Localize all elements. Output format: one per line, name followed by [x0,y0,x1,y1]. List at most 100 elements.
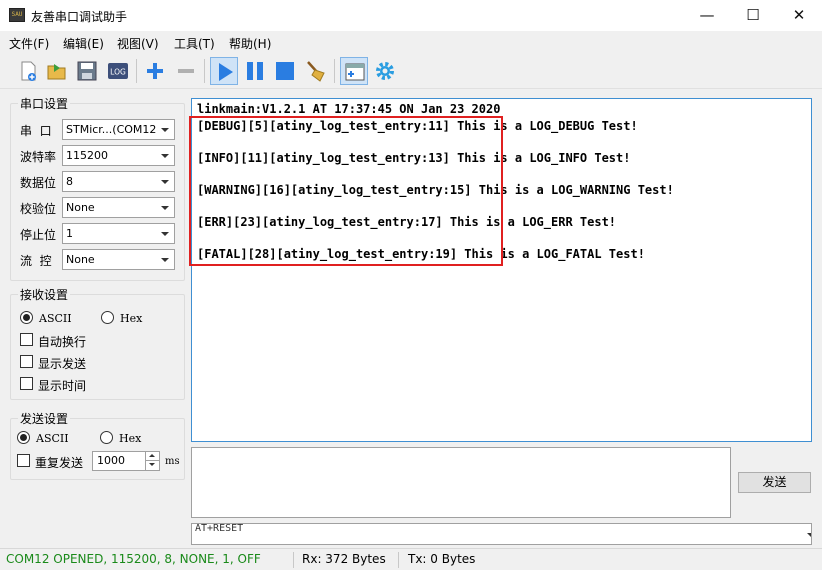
pause-icon [247,62,263,80]
stop-button[interactable] [271,57,299,85]
command-select[interactable]: AT+RESET [191,523,812,545]
status-divider [398,552,399,568]
chevron-down-icon [159,198,171,217]
menu-tools[interactable]: 工具(T) [174,35,215,52]
receive-settings-group [10,294,185,400]
command-value: AT+RESET [195,523,244,534]
stop-icon [276,62,294,80]
close-button[interactable]: ✕ [776,0,822,31]
remove-icon [178,69,194,73]
toolbar: LOG [0,53,822,89]
auto-wrap-checkbox[interactable] [20,333,33,346]
receive-hex-radio[interactable] [101,311,114,324]
app-icon: SAU [9,8,25,22]
databits-select[interactable]: 8 [62,171,175,192]
databits-value: 8 [66,175,73,188]
log-button[interactable]: LOG [104,57,132,85]
play-icon [219,63,233,81]
new-file-button[interactable] [14,57,42,85]
status-bar: COM12 OPENED, 115200, 8, NONE, 1, OFF Rx… [0,548,822,570]
flow-label: 流 控 [20,254,52,268]
parity-select[interactable]: None [62,197,175,218]
parity-label: 校验位 [20,202,57,216]
send-ascii-radio[interactable] [17,431,30,444]
parity-value: None [66,201,95,214]
flow-value: None [66,253,95,266]
databits-label: 数据位 [20,176,57,190]
baud-value: 115200 [66,149,108,162]
auto-wrap-label: 自动换行 [38,335,87,349]
pause-button[interactable] [241,57,269,85]
stepper-down-icon[interactable] [145,461,159,470]
maximize-button[interactable]: ☐ [730,0,776,31]
log-label: LOG [110,68,126,77]
chevron-down-icon [159,120,171,139]
settings-button[interactable] [371,57,399,85]
menu-help[interactable]: 帮助(H) [229,35,271,52]
show-send-label: 显示发送 [38,357,87,371]
chevron-down-icon [159,250,171,269]
stopbits-select[interactable]: 1 [62,223,175,244]
receive-hex-label: Hex [120,312,143,325]
minimize-button[interactable]: — [684,0,730,31]
play-button[interactable] [210,57,238,85]
clear-button[interactable] [302,57,330,85]
send-hex-radio[interactable] [100,431,113,444]
stepper-up-icon[interactable] [145,452,159,461]
new-window-icon [345,63,365,81]
receive-settings-title: 接收设置 [18,286,71,303]
save-icon [77,61,97,81]
save-button[interactable] [73,57,101,85]
show-time-checkbox[interactable] [20,377,33,390]
chevron-down-icon [159,224,171,243]
toolbar-separator [136,59,137,83]
flow-select[interactable]: None [62,249,175,270]
repeat-send-label: 重复发送 [35,456,84,470]
port-select[interactable]: STMicr...(COM12 [62,119,175,140]
log-icon: LOG [108,63,128,79]
menu-view[interactable]: 视图(V) [117,35,159,52]
port-value: STMicr...(COM12 [66,123,157,136]
remove-button[interactable] [172,57,200,85]
send-ascii-label: ASCII [36,432,69,445]
interval-value: 1000 [97,454,125,467]
menu-bar: 文件(F) 编辑(E) 视图(V) 工具(T) 帮助(H) [0,31,822,53]
status-divider [293,552,294,568]
add-button[interactable] [141,57,169,85]
open-button[interactable] [43,57,71,85]
new-window-button[interactable] [340,57,368,85]
send-settings-title: 发送设置 [18,410,71,427]
send-button[interactable]: 发送 [738,472,811,493]
toolbar-separator [204,59,205,83]
receive-ascii-label: ASCII [39,312,72,325]
stopbits-label: 停止位 [20,228,57,242]
send-input[interactable] [191,447,731,518]
output-line: linkmain:V1.2.1 AT 17:37:45 ON Jan 23 20… [197,102,501,116]
show-send-checkbox[interactable] [20,355,33,368]
menu-file[interactable]: 文件(F) [9,35,49,52]
rx-count: Rx: 372 Bytes [302,552,386,566]
connection-status: COM12 OPENED, 115200, 8, NONE, 1, OFF [6,552,261,566]
open-folder-icon [47,64,66,80]
baud-select[interactable]: 115200 [62,145,175,166]
window-title: 友善串口调试助手 [31,10,128,24]
settings-gear-icon [376,62,394,80]
clear-broom-icon [307,61,325,82]
show-time-label: 显示时间 [38,379,87,393]
highlight-annotation-box [189,116,503,266]
interval-stepper[interactable]: 1000 [92,451,160,471]
tx-count: Tx: 0 Bytes [408,552,476,566]
repeat-send-checkbox[interactable] [17,454,30,467]
baud-label: 波特率 [20,150,57,164]
new-file-icon [21,61,36,81]
chevron-down-icon [159,172,171,191]
stopbits-value: 1 [66,227,73,240]
menu-edit[interactable]: 编辑(E) [63,35,104,52]
chevron-down-icon [159,146,171,165]
receive-ascii-radio[interactable] [20,311,33,324]
send-hex-label: Hex [119,432,142,445]
port-label: 串 口 [20,124,52,138]
toolbar-separator [334,59,335,83]
serial-settings-title: 串口设置 [18,95,71,112]
add-icon [147,63,163,79]
